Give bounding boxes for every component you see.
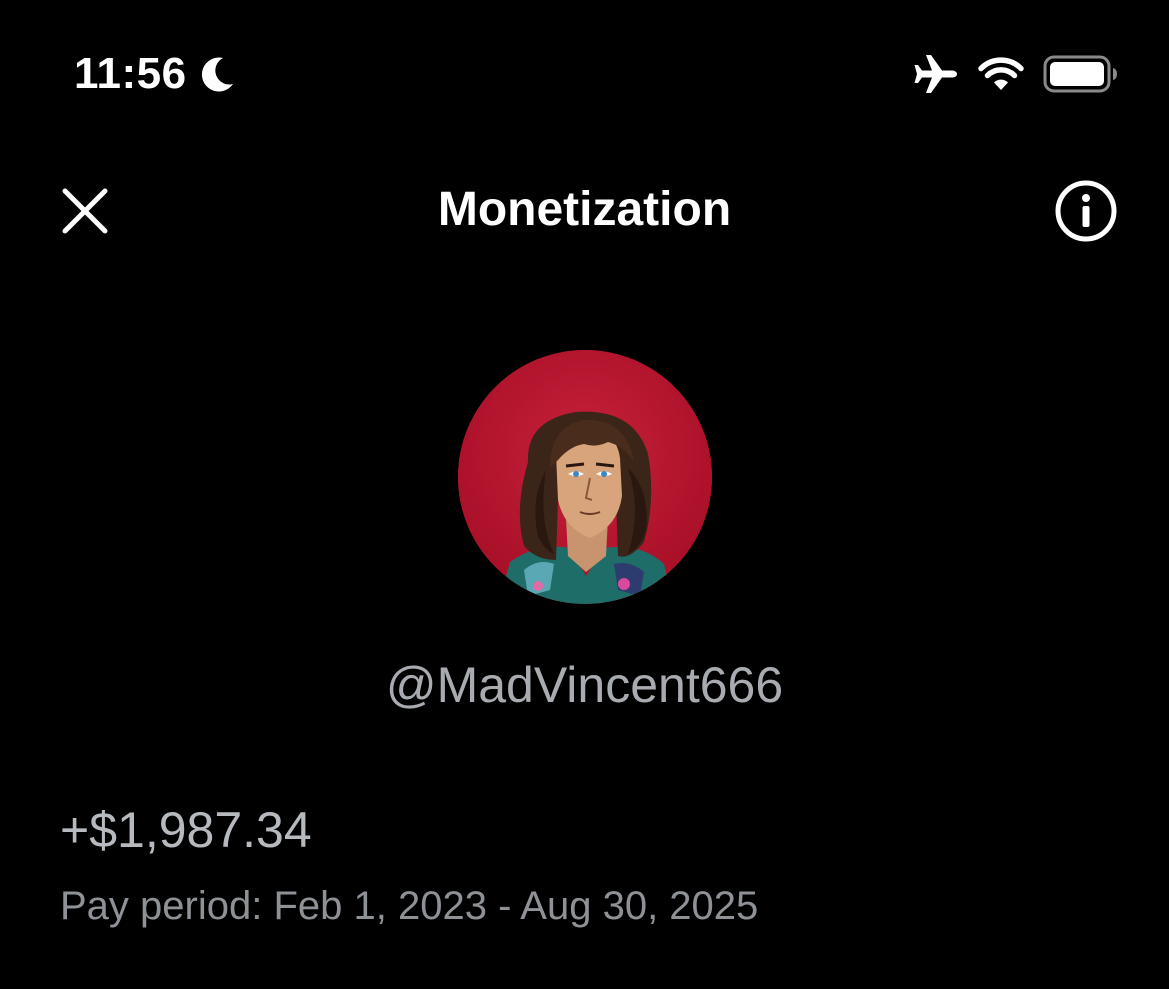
username: @MadVincent666 [385,657,784,713]
pay-period: Pay period: Feb 1, 2023 - Aug 30, 2025 [60,884,759,928]
profile-picture [458,350,712,604]
page-title: Monetization [437,183,732,236]
nav-bar: Monetization [0,160,1169,260]
airplane-icon [914,55,957,93]
info-button[interactable] [1053,178,1119,244]
wifi-icon [978,57,1024,90]
moon-icon [201,57,233,92]
avatar [458,350,712,604]
status-icons [913,52,1119,96]
battery-icon [1043,55,1117,93]
status-bar: 11:56 [0,0,1169,150]
status-time-group: 11:56 [74,48,235,100]
status-time: 11:56 [74,49,187,98]
info-icon [1055,180,1117,242]
earnings-amount: +$1,987.34 [60,802,312,858]
